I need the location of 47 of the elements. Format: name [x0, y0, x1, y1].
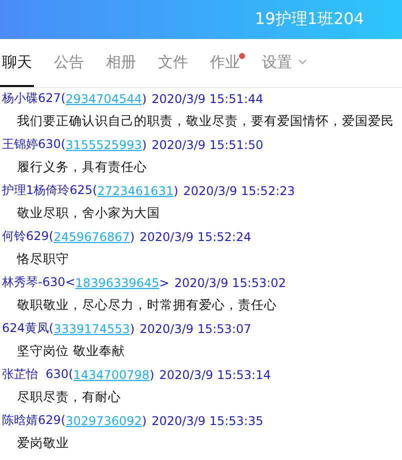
message-time: 2020/3/9 15:53:07 [140, 322, 252, 336]
qq-number-link[interactable]: 2934704544 [66, 92, 142, 106]
tab[interactable]: 作业 [208, 39, 242, 87]
qq-number-link[interactable]: 3339174553 [54, 322, 130, 336]
sender-name: 林秀琴-630< [2, 274, 76, 291]
message-time: 2020/3/9 15:53:35 [152, 414, 264, 428]
bracket-text: ) [130, 230, 135, 244]
group-title: 19护理1班204 [254, 9, 364, 30]
message-text: 爱岗敬业 [17, 435, 69, 452]
tab[interactable]: 聊天 [0, 39, 34, 87]
sender-name: 杨小碟627( [2, 90, 66, 107]
qq-number-link[interactable]: 2459676867 [54, 230, 130, 244]
message-time: 2020/3/9 15:53:14 [159, 368, 271, 382]
tab[interactable]: 相册 [104, 39, 138, 87]
bracket-text: ) [130, 322, 135, 336]
qq-number-link[interactable]: 18396339645 [75, 276, 160, 290]
qq-number-link[interactable]: 3029736092 [66, 414, 142, 428]
message-text: 我们要正确认识自己的职责，敬业尽责，要有爱国情怀，爱国爱民 [17, 113, 394, 130]
qq-number-link[interactable]: 1434700798 [73, 368, 150, 382]
message-text: 敬职敬业，尽心尽力，时常拥有爱心，责任心 [17, 297, 277, 314]
tab[interactable]: 文件 [156, 39, 190, 87]
message-time: 2020/3/9 15:52:23 [183, 184, 295, 198]
sender-name: 624黄凤( [2, 320, 54, 337]
message-time: 2020/3/9 15:51:50 [152, 138, 264, 152]
message-text: 敬业尽职，舍小家为大国 [17, 205, 160, 222]
tab[interactable]: 公告 [52, 39, 86, 87]
sender-name: 陈晗婧629( [2, 412, 66, 429]
bracket-text: ) [174, 184, 178, 198]
bracket-text: > [159, 276, 170, 290]
message-text: 坚守岗位 敬业奉献 [17, 343, 125, 360]
sender-name: 王锦婷630( [2, 136, 66, 153]
sender-name: 张芷怡 630( [2, 366, 74, 383]
qq-number-link[interactable]: 2723461631 [97, 184, 174, 198]
message-time: 2020/3/9 15:53:02 [174, 276, 286, 290]
qq-number-link[interactable]: 3155525993 [66, 138, 142, 152]
message-text: 尽职尽责，有耐心 [17, 389, 121, 406]
bracket-text: ) [142, 138, 147, 152]
bracket-text: ) [150, 368, 154, 382]
bracket-text: ) [142, 414, 147, 428]
message-text: 恪尽职守 [17, 251, 69, 268]
message-time: 2020/3/9 15:52:24 [140, 230, 252, 244]
sender-name: 何铃629( [2, 228, 54, 245]
bracket-text: ) [142, 92, 147, 106]
sender-name: 护理1杨倚玲625( [2, 182, 98, 199]
tab[interactable]: 设置 [260, 39, 309, 87]
message-text: 履行义务，具有责任心 [17, 159, 147, 176]
message-time: 2020/3/9 15:51:44 [152, 92, 264, 106]
